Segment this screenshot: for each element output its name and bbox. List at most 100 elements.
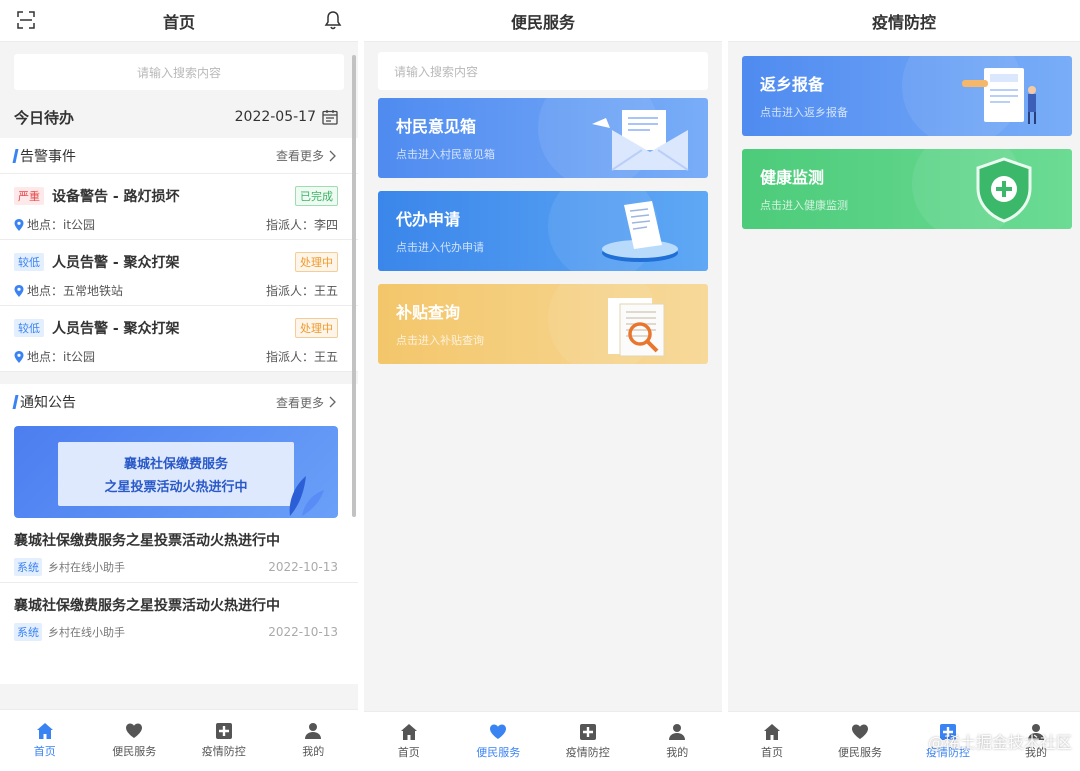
notice-meta: 系统 乡村在线小助手 2022-10-13 bbox=[14, 623, 338, 641]
location-pin-icon bbox=[14, 284, 24, 297]
calendar-icon[interactable] bbox=[322, 109, 338, 125]
alarm-name: 人员告警 - 聚众打架 bbox=[52, 255, 180, 271]
location-text: 地点：五常地铁站 bbox=[27, 284, 124, 298]
card-subtitle: 点击进入代办申请 bbox=[396, 241, 484, 254]
tab-label: 疫情防控 bbox=[201, 745, 246, 758]
notice-source-group: 系统 乡村在线小助手 bbox=[14, 623, 125, 641]
alarm-item-details: 地点：五常地铁站 指派人：王五 bbox=[14, 282, 338, 299]
heart-icon bbox=[490, 724, 507, 739]
service-card-subsidy-query[interactable]: 补贴查询 点击进入补贴查询 bbox=[378, 284, 708, 364]
alarm-location: 地点：五常地铁站 bbox=[14, 282, 123, 299]
medical-plus-icon bbox=[215, 723, 232, 739]
card-title: 返乡报备 bbox=[760, 75, 825, 94]
system-tag: 系统 bbox=[14, 623, 42, 641]
home-icon bbox=[764, 724, 780, 740]
alarm-item[interactable]: 较低 人员告警 - 聚众打架 处理中 地点：五常地铁站 指派人：王五 bbox=[0, 240, 358, 306]
alarm-item[interactable]: 严重 设备警告 - 路灯损坏 已完成 地点：it公园 指派人：李四 bbox=[0, 174, 358, 240]
tab-epidemic[interactable]: 疫情防控 bbox=[179, 710, 269, 771]
system-tag: 系统 bbox=[14, 558, 42, 576]
notice-meta: 系统 乡村在线小助手 2022-10-13 bbox=[14, 558, 338, 576]
app-screenshot: 首页 请输入搜索内容 今日待办 2022-05-17 告警事件 查看更多 严重 … bbox=[0, 0, 1080, 771]
alarm-assignee: 指派人：王五 bbox=[265, 284, 338, 298]
alarm-location: 地点：it公园 bbox=[14, 348, 95, 365]
tab-mine[interactable]: 我的 bbox=[269, 710, 359, 771]
title-accent-bar bbox=[12, 148, 19, 163]
alarm-item-headline: 较低 人员告警 - 聚众打架 处理中 bbox=[14, 252, 338, 272]
tab-home[interactable]: 首页 bbox=[728, 712, 816, 771]
heart-icon bbox=[126, 723, 143, 738]
document-stand-icon bbox=[602, 201, 678, 262]
alarm-assignee: 指派人：李四 bbox=[265, 218, 338, 232]
tab-home[interactable]: 首页 bbox=[0, 710, 90, 771]
alarm-item-details: 地点：it公园 指派人：王五 bbox=[14, 348, 338, 365]
card-title: 代办申请 bbox=[396, 210, 461, 229]
home-screen: 首页 请输入搜索内容 今日待办 2022-05-17 告警事件 查看更多 严重 … bbox=[0, 0, 358, 771]
service-card-agency-apply[interactable]: 代办申请 点击进入代办申请 bbox=[378, 191, 708, 271]
alarm-item-name-group: 较低 人员告警 - 聚众打架 bbox=[14, 252, 180, 272]
scrollbar[interactable] bbox=[352, 55, 356, 517]
envelope-icon bbox=[592, 110, 689, 171]
search-input[interactable]: 请输入搜索内容 bbox=[378, 52, 708, 90]
bell-icon[interactable] bbox=[324, 10, 342, 30]
title-accent-bar bbox=[12, 395, 19, 409]
user-icon bbox=[669, 724, 686, 740]
tab-epidemic[interactable]: 疫情防控 bbox=[543, 712, 633, 771]
notice-more-link[interactable]: 查看更多 bbox=[276, 394, 336, 411]
status-badge: 处理中 bbox=[295, 318, 338, 338]
service-header: 便民服务 bbox=[364, 0, 722, 42]
level-badge: 严重 bbox=[14, 187, 44, 205]
notice-title-text: 通知公告 bbox=[20, 395, 76, 411]
search-document-icon bbox=[608, 298, 665, 357]
today-todo-title: 今日待办 bbox=[14, 108, 75, 127]
notice-item[interactable]: 襄城社保缴费服务之星投票活动火热进行中 系统 乡村在线小助手 2022-10-1… bbox=[0, 518, 358, 583]
epidemic-screen: 疫情防控 返乡报备 点击进入返乡报备 健康监测 点击进入健康监测 首页 便民服务… bbox=[728, 0, 1080, 771]
user-icon bbox=[305, 723, 322, 739]
today-todo-bar: 今日待办 2022-05-17 bbox=[0, 96, 358, 138]
watermark: @稀土掘金技术社区 bbox=[927, 733, 1072, 752]
status-badge: 已完成 bbox=[295, 186, 338, 206]
tab-bar: 首页 便民服务 疫情防控 我的 bbox=[364, 711, 722, 771]
epidemic-card-health-monitor[interactable]: 健康监测 点击进入健康监测 bbox=[742, 149, 1072, 229]
epidemic-header: 疫情防控 bbox=[728, 0, 1080, 42]
tab-service[interactable]: 便民服务 bbox=[90, 710, 180, 771]
alarm-section-title: 告警事件 bbox=[12, 146, 76, 166]
alarm-name: 人员告警 - 聚众打架 bbox=[52, 321, 180, 337]
tab-label: 便民服务 bbox=[476, 746, 521, 759]
date-picker[interactable]: 2022-05-17 bbox=[235, 109, 338, 125]
medical-plus-icon bbox=[579, 724, 596, 740]
tab-service[interactable]: 便民服务 bbox=[454, 712, 544, 771]
tab-home[interactable]: 首页 bbox=[364, 712, 454, 771]
chevron-right-icon bbox=[329, 396, 336, 408]
notice-section-header: 通知公告 查看更多 bbox=[0, 384, 358, 420]
chevron-right-icon bbox=[329, 150, 336, 161]
alarm-item[interactable]: 较低 人员告警 - 聚众打架 处理中 地点：it公园 指派人：王五 bbox=[0, 306, 358, 372]
card-title: 补贴查询 bbox=[396, 303, 461, 322]
todo-date: 2022-05-17 bbox=[234, 109, 316, 125]
page-title: 便民服务 bbox=[510, 12, 575, 32]
notice-title: 襄城社保缴费服务之星投票活动火热进行中 bbox=[14, 533, 280, 549]
notice-banner[interactable]: 襄城社保缴费服务 之星投票活动火热进行中 bbox=[14, 426, 338, 518]
scan-icon[interactable] bbox=[17, 11, 35, 29]
notice-item[interactable]: 襄城社保缴费服务之星投票活动火热进行中 系统 乡村在线小助手 2022-10-1… bbox=[0, 583, 358, 648]
alarm-section-header: 告警事件 查看更多 bbox=[0, 138, 358, 174]
status-badge: 处理中 bbox=[295, 252, 338, 272]
more-label: 查看更多 bbox=[275, 149, 324, 163]
notice-section: 通知公告 查看更多 襄城社保缴费服务 之星投票活动火热进行中 襄城社保缴费服务之… bbox=[0, 384, 358, 684]
heart-icon bbox=[852, 724, 868, 739]
tab-mine[interactable]: 我的 bbox=[633, 712, 723, 771]
level-badge: 较低 bbox=[14, 253, 44, 271]
tab-label: 我的 bbox=[302, 745, 325, 758]
alarm-item-name-group: 严重 设备警告 - 路灯损坏 bbox=[14, 186, 180, 206]
alarm-more-link[interactable]: 查看更多 bbox=[276, 147, 336, 164]
location-text: 地点：it公园 bbox=[27, 350, 96, 364]
notice-section-title: 通知公告 bbox=[12, 392, 76, 412]
page-title: 疫情防控 bbox=[871, 12, 936, 32]
notice-date: 2022-10-13 bbox=[268, 560, 338, 574]
card-subtitle: 点击进入补贴查询 bbox=[396, 334, 484, 347]
tab-label: 我的 bbox=[666, 746, 689, 759]
epidemic-card-return-report[interactable]: 返乡报备 点击进入返乡报备 bbox=[742, 56, 1072, 136]
service-card-opinion-box[interactable]: 村民意见箱 点击进入村民意见箱 bbox=[378, 98, 708, 178]
search-input[interactable]: 请输入搜索内容 bbox=[14, 54, 344, 90]
tab-service[interactable]: 便民服务 bbox=[816, 712, 904, 771]
